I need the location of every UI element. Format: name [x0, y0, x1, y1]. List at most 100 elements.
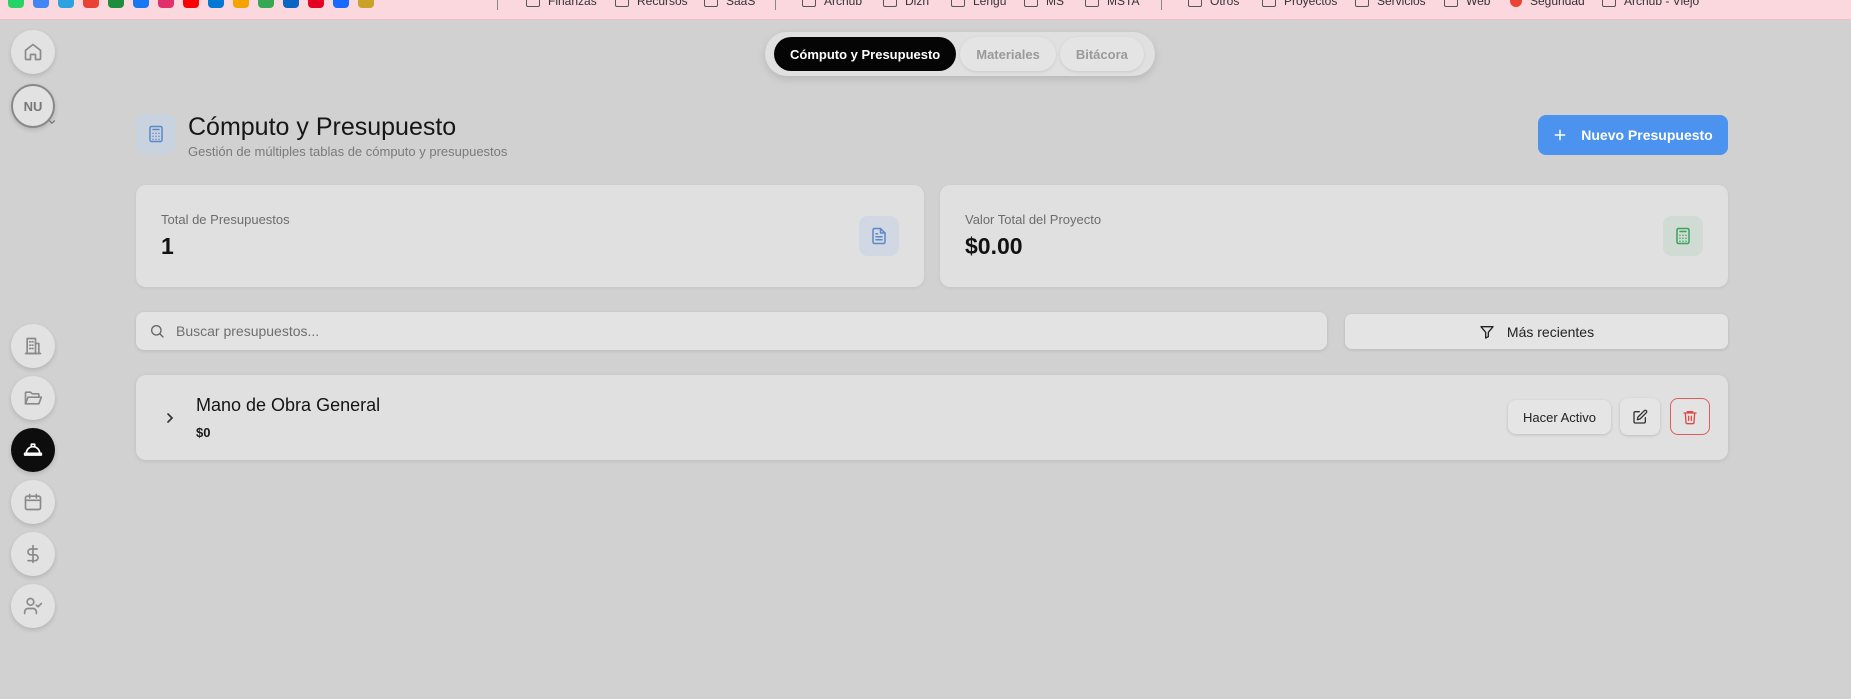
filter-icon	[1480, 325, 1494, 339]
bookmark-folder[interactable]: Archub	[802, 0, 862, 8]
folder-open-icon	[24, 391, 43, 405]
file-text-icon	[859, 216, 899, 256]
bookmark-folder[interactable]: Proyectos	[1262, 0, 1337, 8]
folder-icon	[704, 0, 718, 7]
rail-team-button[interactable]	[11, 584, 55, 628]
bookmark-folder[interactable]: Web	[1444, 0, 1490, 8]
pinterest-icon[interactable]	[308, 0, 324, 8]
outlook-icon[interactable]	[208, 0, 224, 8]
facebook-icon[interactable]	[133, 0, 149, 8]
telegram-icon[interactable]	[58, 0, 74, 8]
search-input[interactable]	[176, 312, 1316, 350]
bookmark-folder[interactable]: Archub - Viejo	[1602, 0, 1699, 8]
dollar-icon	[27, 544, 39, 564]
bookmark-label: Archub - Viejo	[1624, 0, 1700, 8]
rail-projects-button[interactable]	[11, 376, 55, 420]
bookmark-label: SaaS	[726, 0, 756, 8]
tasks-icon[interactable]	[233, 0, 249, 8]
bookmark-separator	[1161, 0, 1162, 10]
bookmark-label: Proyectos	[1284, 0, 1338, 8]
bookmark-label: MSTA	[1107, 0, 1140, 8]
bookmark-folder[interactable]: Dizñ	[883, 0, 929, 8]
stat-value: $0.00	[965, 233, 1023, 259]
bookmark-label: Servicios	[1377, 0, 1426, 8]
bookmark-folder[interactable]: MS	[1024, 0, 1064, 8]
bookmark-label: Lengu	[973, 0, 1007, 8]
module-tabs: Cómputo y Presupuesto Materiales Bitácor…	[765, 32, 1155, 76]
folder-icon	[1188, 0, 1202, 7]
budget-row[interactable]: Mano de Obra General $0 Hacer Activo	[136, 375, 1728, 460]
calculator-icon	[1663, 216, 1703, 256]
folder-icon	[1262, 0, 1276, 7]
stat-value: 1	[161, 233, 174, 259]
sort-filter-button[interactable]: Más recientes	[1345, 314, 1728, 349]
edit-icon	[1633, 409, 1648, 424]
bookmark-separator	[775, 0, 776, 10]
folder-icon	[802, 0, 816, 7]
bookmark-icon[interactable]	[33, 0, 49, 8]
folder-icon	[1602, 0, 1616, 7]
edit-button[interactable]	[1620, 398, 1660, 435]
bookmark-label: MS	[1046, 0, 1064, 8]
total-budgets-card: Total de Presupuestos 1	[136, 185, 924, 287]
tab-bitacora[interactable]: Bitácora	[1059, 37, 1144, 71]
home-icon	[24, 43, 42, 61]
linkedin-icon[interactable]	[283, 0, 299, 8]
whatsapp-icon[interactable]	[8, 0, 24, 8]
bookmark-folder[interactable]: Servicios	[1355, 0, 1426, 8]
google-icon	[1510, 0, 1522, 7]
photos-icon[interactable]	[258, 0, 274, 8]
sheets-icon[interactable]	[108, 0, 124, 8]
instagram-icon[interactable]	[158, 0, 174, 8]
stat-label: Total de Presupuestos	[161, 212, 290, 227]
chevron-right-icon[interactable]	[162, 410, 178, 426]
plus-icon	[1554, 129, 1566, 141]
bookmark-label: Archub	[824, 0, 863, 8]
bookmark-label: Seguridad	[1530, 0, 1585, 8]
delete-button[interactable]	[1670, 398, 1710, 435]
folder-icon	[1355, 0, 1369, 7]
sort-filter-label: Más recientes	[1506, 323, 1595, 340]
new-budget-label: Nuevo Presupuesto	[1581, 127, 1713, 143]
bookmark-link[interactable]: Seguridad	[1510, 0, 1585, 8]
stat-label: Valor Total del Proyecto	[965, 212, 1102, 227]
rail-calendar-button[interactable]	[11, 480, 55, 524]
rail-finance-button[interactable]	[11, 532, 55, 576]
youtube-icon[interactable]	[183, 0, 199, 8]
google-icon[interactable]	[83, 0, 99, 8]
avatar-initials: NU	[23, 98, 43, 114]
user-check-icon	[23, 597, 43, 615]
bookmark-separator	[497, 0, 498, 10]
rail-building-button[interactable]	[11, 324, 55, 368]
page-subtitle: Gestión de múltiples tablas de cómputo y…	[188, 144, 508, 159]
bookmark-label: Web	[1466, 0, 1491, 8]
behance-icon[interactable]	[333, 0, 349, 8]
project-value-card: Valor Total del Proyecto $0.00	[940, 185, 1728, 287]
new-budget-button[interactable]: Nuevo Presupuesto	[1538, 115, 1728, 155]
rail-construction-button[interactable]	[11, 428, 55, 472]
bookmark-folder[interactable]: Lengu	[951, 0, 1006, 8]
building-icon	[24, 337, 42, 355]
emoji-icon[interactable]	[358, 0, 374, 8]
folder-icon	[951, 0, 965, 7]
budget-amount: $0	[196, 425, 211, 440]
tab-materiales[interactable]: Materiales	[960, 37, 1056, 71]
calculator-icon	[136, 114, 176, 154]
bookmark-folder[interactable]: Finanzas	[526, 0, 597, 8]
bookmark-label: Finanzas	[548, 0, 597, 8]
trash-icon	[1683, 410, 1697, 424]
rail-home-button[interactable]	[11, 30, 55, 74]
bookmarks-bar: Finanzas Recursos SaaS Archub Dizñ Lengu…	[0, 0, 1851, 20]
bookmark-folder[interactable]: SaaS	[704, 0, 755, 8]
hard-hat-icon	[23, 443, 43, 456]
bookmark-label: Otros	[1210, 0, 1240, 8]
tab-computo-presupuesto[interactable]: Cómputo y Presupuesto	[774, 37, 957, 71]
folder-icon	[526, 0, 540, 7]
bookmark-folder[interactable]: MSTA	[1085, 0, 1139, 8]
make-active-button[interactable]: Hacer Activo	[1508, 400, 1611, 434]
bookmark-label: Dizñ	[905, 0, 930, 8]
chevron-down-icon[interactable]	[47, 117, 57, 127]
bookmark-folder[interactable]: Otros	[1188, 0, 1239, 8]
folder-icon	[1444, 0, 1458, 7]
bookmark-folder[interactable]: Recursos	[615, 0, 688, 8]
